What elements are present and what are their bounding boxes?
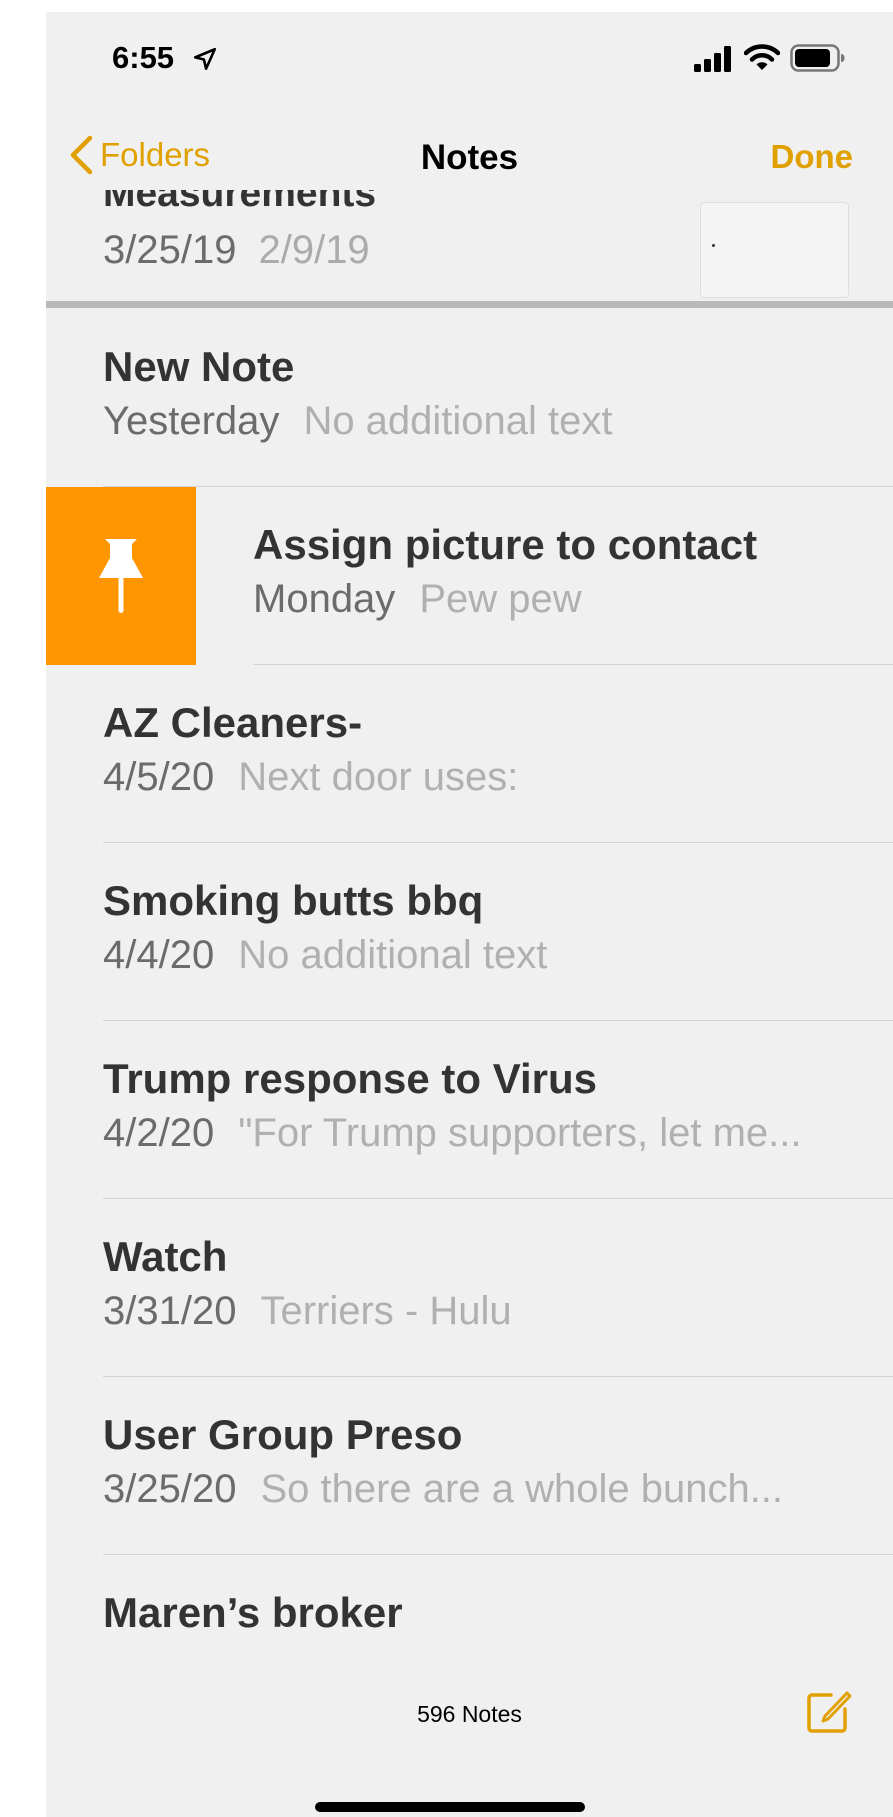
bottom-toolbar: 596 Notes	[46, 1657, 893, 1767]
note-meta: 4/4/20 No additional text	[103, 933, 547, 978]
note-preview: Pew pew	[419, 577, 582, 621]
note-date: Monday	[253, 577, 396, 621]
note-meta: Yesterday No additional text	[103, 399, 613, 444]
compose-icon[interactable]	[805, 1689, 853, 1735]
note-date: 4/2/20	[103, 1111, 215, 1155]
list-item[interactable]: Watch 3/31/20 Terriers - Hulu	[46, 1199, 893, 1377]
note-meta: 4/2/20 "For Trump supporters, let me...	[103, 1111, 801, 1156]
note-preview: Terriers - Hulu	[260, 1289, 512, 1333]
note-title: Assign picture to contact	[253, 521, 758, 568]
home-indicator[interactable]	[315, 1802, 585, 1812]
cellular-signal-icon	[694, 46, 731, 72]
list-item[interactable]: Trump response to Virus 4/2/20 "For Trump…	[46, 1021, 893, 1199]
note-title: Measurements	[103, 172, 377, 215]
note-title: User Group Preso	[103, 1411, 463, 1458]
notes-screen: 6:55 Folders Notes Done Measurements 3/2…	[46, 12, 893, 1817]
note-title: AZ Cleaners-	[103, 699, 363, 746]
status-bar: 6:55	[46, 12, 893, 112]
note-date: 3/25/20	[103, 1467, 237, 1511]
list-item-swiped[interactable]: Assign picture to contact Monday Pew pew	[46, 487, 893, 665]
note-date: 4/5/20	[103, 755, 215, 799]
note-date: 4/4/20	[103, 933, 215, 977]
note-preview: No additional text	[303, 399, 613, 443]
note-preview: No additional text	[238, 933, 548, 977]
note-meta: 4/5/20 Next door uses:	[103, 755, 518, 800]
thumbnail-dot	[712, 244, 715, 247]
status-time: 6:55	[112, 40, 175, 75]
location-arrow-icon	[193, 47, 217, 71]
note-title: Trump response to Virus	[103, 1055, 598, 1102]
note-title: Watch	[103, 1233, 228, 1280]
note-meta: 3/25/19 2/9/19	[103, 228, 370, 273]
note-date: 3/31/20	[103, 1289, 237, 1333]
pin-button[interactable]	[46, 487, 196, 665]
note-meta: 3/25/20 So there are a whole bunch...	[103, 1467, 783, 1512]
note-title: New Note	[103, 343, 295, 390]
list-item[interactable]: AZ Cleaners- 4/5/20 Next door uses:	[46, 665, 893, 843]
pin-icon	[99, 539, 143, 613]
note-preview: So there are a whole bunch...	[260, 1467, 784, 1511]
note-meta: Monday Pew pew	[253, 577, 582, 622]
list-item[interactable]: Smoking butts bbq 4/4/20 No additional te…	[46, 843, 893, 1021]
section-divider	[46, 301, 893, 308]
note-title: Smoking butts bbq	[103, 877, 484, 924]
note-title: Maren’s broker	[103, 1589, 403, 1636]
battery-icon	[790, 44, 845, 72]
note-date: Yesterday	[103, 399, 280, 443]
list-item[interactable]: User Group Preso 3/25/20 So there are a w…	[46, 1377, 893, 1555]
notes-count: 596 Notes	[417, 1701, 522, 1727]
note-preview: Next door uses:	[238, 755, 519, 799]
list-item-partial[interactable]: Measurements 3/25/19 2/9/19	[46, 162, 893, 312]
note-thumbnail	[700, 202, 849, 298]
list-item[interactable]: New Note Yesterday No additional text	[46, 309, 893, 487]
note-preview: "For Trump supporters, let me...	[238, 1111, 802, 1155]
note-preview: 2/9/19	[258, 228, 370, 272]
wifi-icon	[744, 44, 780, 70]
note-meta: 3/31/20 Terriers - Hulu	[103, 1289, 512, 1334]
note-date: 3/25/19	[103, 228, 237, 272]
